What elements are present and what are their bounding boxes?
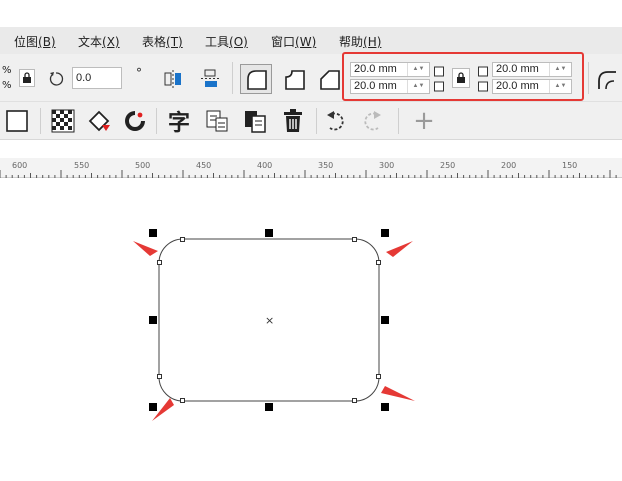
corner-node[interactable] — [180, 237, 185, 242]
selection-handle-bl[interactable] — [149, 403, 157, 411]
arrow-bottom-right — [381, 386, 415, 401]
canvas-overlay: × — [133, 238, 415, 421]
corner-node[interactable] — [157, 374, 162, 379]
selection-handle-b[interactable] — [265, 403, 273, 411]
selection-handle-r[interactable] — [381, 316, 389, 324]
annotation-arrows — [133, 241, 415, 421]
corner-node[interactable] — [376, 374, 381, 379]
arrow-top-right — [386, 241, 413, 257]
corner-node[interactable] — [376, 260, 381, 265]
selection-handle-tl[interactable] — [149, 229, 157, 237]
corner-node[interactable] — [352, 398, 357, 403]
corner-node[interactable] — [180, 398, 185, 403]
corner-node[interactable] — [157, 260, 162, 265]
selection-handle-br[interactable] — [381, 403, 389, 411]
corner-node[interactable] — [352, 237, 357, 242]
arrow-top-left — [133, 241, 158, 256]
selection-handle-t[interactable] — [265, 229, 273, 237]
selection-handle-tr[interactable] — [381, 229, 389, 237]
center-mark: × — [265, 314, 274, 327]
selection-handle-l[interactable] — [149, 316, 157, 324]
